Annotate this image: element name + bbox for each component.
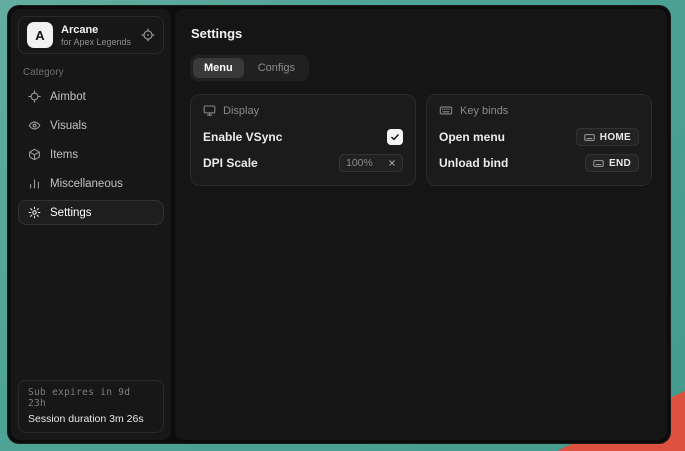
setting-label: Enable VSync — [203, 130, 282, 144]
card-title: Key binds — [460, 105, 508, 117]
gear-icon — [27, 206, 41, 219]
dpi-scale-row: DPI Scale 100% — [203, 151, 403, 175]
keybind-value: HOME — [600, 132, 631, 143]
crosshair-icon — [27, 90, 41, 103]
keyboard-icon — [439, 104, 453, 117]
sidebar-item-label: Visuals — [50, 120, 87, 132]
sidebar-item-label: Miscellaneous — [50, 178, 123, 190]
unload-bind-row: Unload bind END — [439, 151, 639, 175]
category-label: Category — [23, 67, 159, 78]
app-name: Arcane — [61, 24, 131, 36]
sub-expires-text: Sub expires in 9d 23h — [28, 387, 154, 409]
dpi-scale-value: 100% — [346, 157, 373, 169]
sidebar: A Arcane for Apex Legends Category — [11, 9, 171, 440]
app-window: A Arcane for Apex Legends Category — [7, 5, 671, 444]
keyboard-icon — [593, 158, 604, 169]
sidebar-item-label: Items — [50, 149, 78, 161]
tab-bar: Menu Configs — [190, 55, 309, 81]
keyboard-icon — [584, 132, 595, 143]
keybind-value: END — [609, 158, 631, 169]
app-subtitle: for Apex Legends — [61, 37, 131, 47]
sidebar-item-label: Aimbot — [50, 91, 86, 103]
app-logo: A — [27, 22, 53, 48]
check-icon — [390, 132, 400, 142]
sidebar-item-items[interactable]: Items — [18, 142, 164, 167]
bar-chart-icon — [27, 177, 41, 190]
cube-icon — [27, 148, 41, 161]
vsync-checkbox[interactable] — [387, 129, 403, 145]
open-menu-keybind-button[interactable]: HOME — [576, 128, 639, 146]
app-header-card: A Arcane for Apex Legends — [18, 16, 164, 54]
eye-icon — [27, 119, 41, 132]
sidebar-item-aimbot[interactable]: Aimbot — [18, 84, 164, 109]
card-title: Display — [223, 105, 259, 117]
sidebar-item-visuals[interactable]: Visuals — [18, 113, 164, 138]
app-logo-letter: A — [35, 28, 44, 43]
subscription-info-card: Sub expires in 9d 23h Session duration 3… — [18, 380, 164, 433]
sidebar-item-miscellaneous[interactable]: Miscellaneous — [18, 171, 164, 196]
settings-cards: Display Enable VSync DPI Scale 100% — [190, 94, 652, 186]
unload-keybind-button[interactable]: END — [585, 154, 639, 172]
setting-label: Open menu — [439, 130, 505, 144]
open-menu-row: Open menu HOME — [439, 125, 639, 149]
sidebar-item-label: Settings — [50, 207, 92, 219]
monitor-icon — [203, 104, 216, 117]
tab-menu[interactable]: Menu — [193, 58, 244, 78]
main-panel: Settings Menu Configs Display — [175, 9, 667, 440]
keybinds-card: Key binds Open menu HOME — [426, 94, 652, 186]
x-icon[interactable] — [388, 159, 396, 167]
session-duration-text: Session duration 3m 26s — [28, 413, 154, 425]
dpi-scale-input[interactable]: 100% — [339, 154, 403, 172]
sidebar-item-settings[interactable]: Settings — [18, 200, 164, 225]
target-icon[interactable] — [141, 28, 155, 42]
tab-configs[interactable]: Configs — [247, 58, 306, 78]
setting-label: Unload bind — [439, 156, 508, 170]
display-card: Display Enable VSync DPI Scale 100% — [190, 94, 416, 186]
page-title: Settings — [191, 26, 652, 41]
enable-vsync-row: Enable VSync — [203, 125, 403, 149]
setting-label: DPI Scale — [203, 156, 258, 170]
